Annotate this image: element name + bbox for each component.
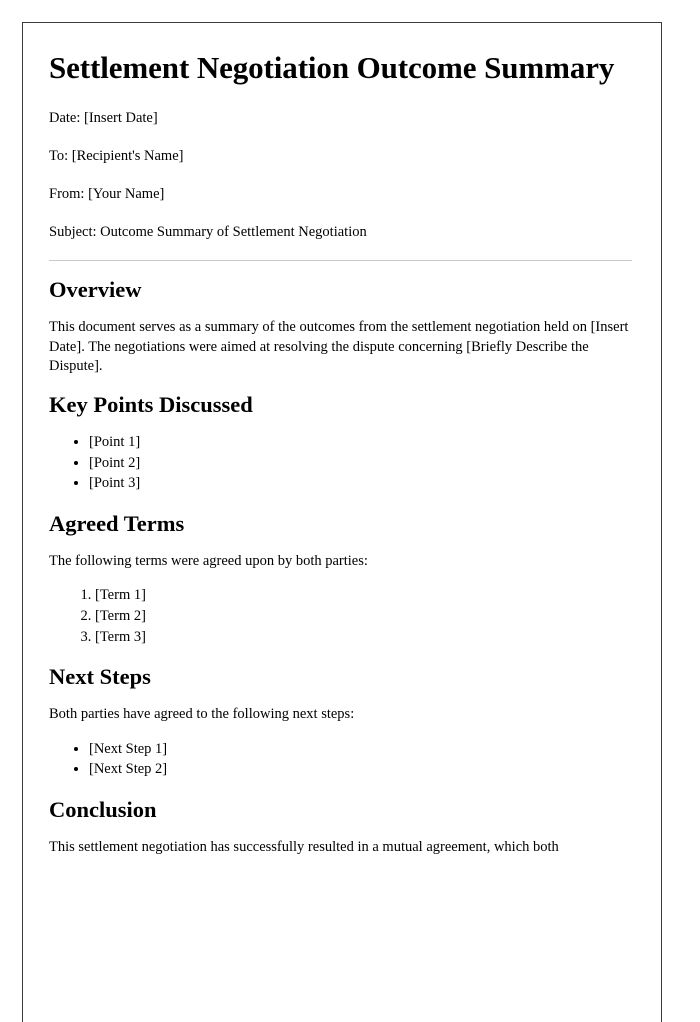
conclusion-paragraph: This settlement negotiation has successf… bbox=[49, 838, 559, 855]
key-points-list: [Point 1] [Point 2] [Point 3] bbox=[49, 433, 632, 494]
list-item: [Next Step 2] bbox=[89, 760, 632, 780]
meta-subject: Subject: Outcome Summary of Settlement N… bbox=[49, 224, 367, 241]
section-heading-next-steps: Next Steps bbox=[49, 664, 151, 690]
meta-to: To: [Recipient's Name] bbox=[49, 148, 184, 165]
overview-paragraph: This document serves as a summary of the… bbox=[49, 319, 629, 374]
list-item: [Term 1] bbox=[95, 586, 632, 606]
agreed-terms-intro: The following terms were agreed upon by … bbox=[49, 553, 368, 570]
list-item: [Term 3] bbox=[95, 628, 632, 648]
list-item: [Next Step 1] bbox=[89, 740, 632, 760]
meta-date: Date: [Insert Date] bbox=[49, 110, 158, 127]
list-item: [Term 2] bbox=[95, 607, 632, 627]
list-item: [Point 3] bbox=[89, 474, 632, 494]
document-page: Settlement Negotiation Outcome Summary D… bbox=[22, 22, 662, 1022]
section-heading-key-points: Key Points Discussed bbox=[49, 392, 253, 418]
next-steps-list: [Next Step 1] [Next Step 2] bbox=[49, 740, 632, 780]
section-heading-conclusion: Conclusion bbox=[49, 796, 157, 822]
section-heading-overview: Overview bbox=[49, 277, 142, 303]
meta-from: From: [Your Name] bbox=[49, 186, 165, 203]
agreed-terms-list: [Term 1] [Term 2] [Term 3] bbox=[49, 586, 632, 647]
list-item: [Point 2] bbox=[89, 454, 632, 474]
next-steps-intro: Both parties have agreed to the followin… bbox=[49, 706, 355, 723]
document-body: Settlement Negotiation Outcome Summary D… bbox=[23, 23, 661, 857]
section-heading-agreed-terms: Agreed Terms bbox=[49, 511, 185, 537]
list-item: [Point 1] bbox=[89, 433, 632, 453]
page-title: Settlement Negotiation Outcome Summary bbox=[49, 50, 615, 85]
header-divider bbox=[49, 260, 632, 262]
